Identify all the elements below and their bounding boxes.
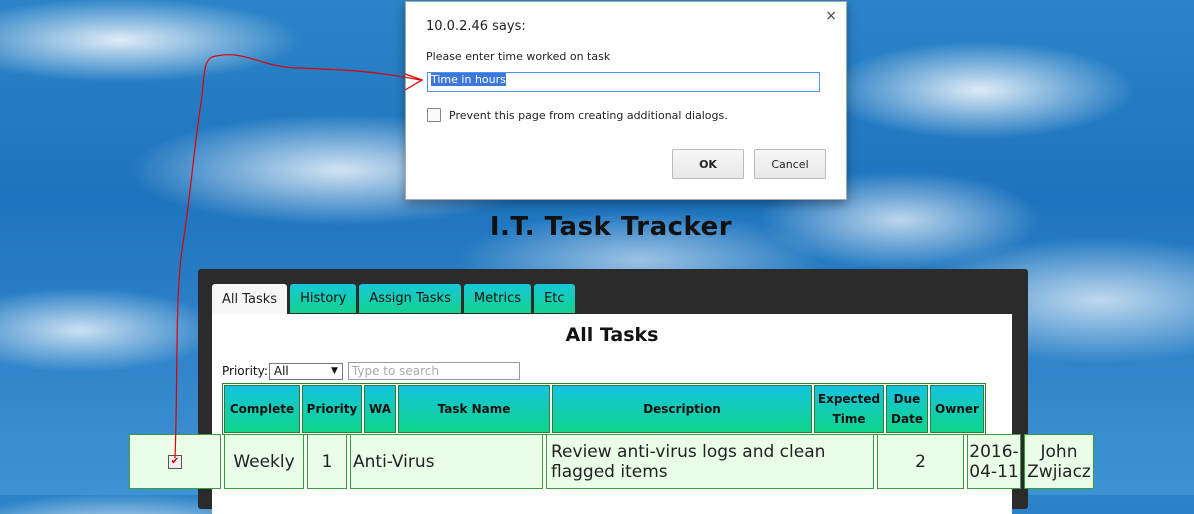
tab-history[interactable]: History (290, 284, 357, 313)
header-priority[interactable]: Priority (302, 385, 362, 433)
owner-cell: John Zwjiacz (1024, 434, 1094, 489)
prevent-dialogs-option[interactable]: Prevent this page from creating addition… (427, 108, 728, 122)
tab-assign-tasks[interactable]: Assign Tasks (359, 284, 461, 313)
table-header: Complete Priority WA Task Name Descripti… (222, 383, 986, 435)
section-heading: All Tasks (565, 324, 659, 346)
expected-time-cell: 2 (877, 434, 964, 489)
header-wa[interactable]: WA (364, 385, 396, 433)
cancel-button[interactable]: Cancel (754, 149, 826, 179)
prevent-dialogs-label: Prevent this page from creating addition… (449, 108, 728, 122)
dialog-message: Please enter time worked on task (426, 50, 611, 63)
filter-bar: Priority: All ▼ Type to search (222, 362, 520, 380)
header-owner[interactable]: Owner (930, 385, 984, 433)
due-date-cell: 2016-04-11 (967, 434, 1021, 489)
page-title: I.T. Task Tracker (489, 212, 733, 242)
search-input[interactable]: Type to search (347, 362, 520, 380)
complete-checkbox[interactable]: ✔ (168, 454, 182, 469)
task-name-cell: Anti-Virus (350, 434, 543, 489)
dropdown-arrow-icon: ▼ (330, 366, 338, 376)
tab-bar: All Tasks History Assign Tasks Metrics E… (212, 284, 578, 314)
tab-metrics[interactable]: Metrics (463, 284, 532, 313)
priority-label: Priority: (222, 364, 268, 378)
ok-button[interactable]: OK (672, 149, 744, 179)
priority-select[interactable]: All ▼ (268, 362, 343, 380)
tab-all-tasks[interactable]: All Tasks (212, 284, 288, 314)
time-input-value: Time in hours (431, 73, 506, 86)
tab-etc[interactable]: Etc (534, 284, 575, 313)
table-row: ✔ Weekly 1 Anti-Virus Review anti-virus … (129, 434, 1097, 490)
wa-cell: 1 (307, 434, 347, 489)
time-input[interactable]: Time in hours (427, 72, 820, 92)
header-description[interactable]: Description (552, 385, 812, 433)
header-due-date[interactable]: Due Date (886, 385, 928, 433)
close-icon[interactable]: × (825, 8, 837, 24)
priority-select-value: All (273, 364, 289, 378)
priority-cell: Weekly (224, 434, 304, 489)
description-cell: Review anti-virus logs and clean flagged… (546, 434, 874, 489)
header-task-name[interactable]: Task Name (398, 385, 550, 433)
complete-cell: ✔ (129, 434, 221, 489)
header-expected-time[interactable]: Expected Time (814, 385, 884, 433)
dialog-origin: 10.0.2.46 says: (426, 19, 526, 34)
prevent-dialogs-checkbox[interactable] (427, 108, 441, 122)
header-complete[interactable]: Complete (224, 385, 300, 433)
prompt-dialog: 10.0.2.46 says: × Please enter time work… (405, 1, 847, 200)
